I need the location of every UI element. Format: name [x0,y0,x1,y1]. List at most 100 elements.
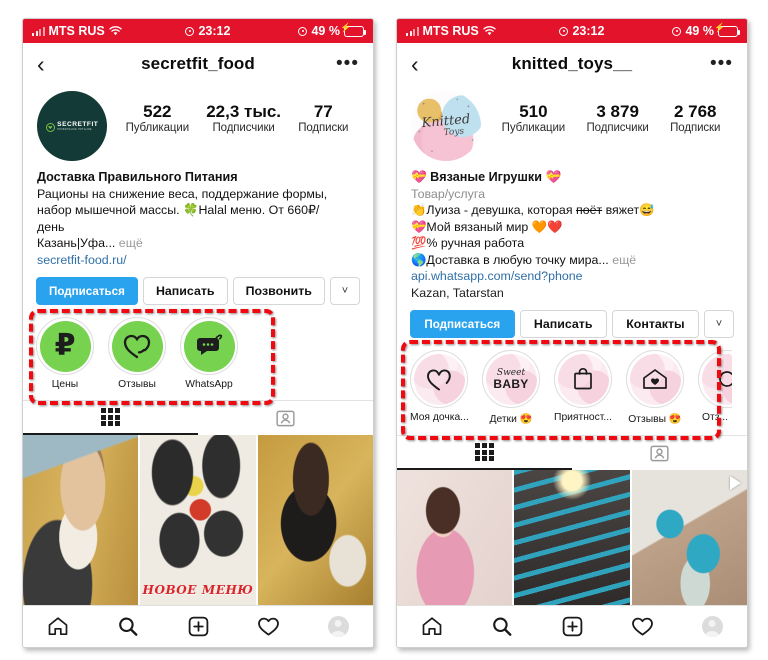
activity-heart-icon[interactable] [622,613,662,641]
add-post-icon[interactable] [178,613,218,641]
profile-avatar-icon[interactable] [692,613,732,641]
wifi-icon [109,26,122,36]
right-profile-header: Knitted Toys 510 Публикации 3 879 Подпис… [397,85,747,161]
stat-posts[interactable]: 522 Публикации [125,101,190,135]
stat-value: 22,3 тыс. [206,102,282,121]
status-bar-left: MTS RUS 23:12 49 % ⚡ [23,19,373,43]
grid-photo[interactable]: НОВОЕ МЕНЮ [140,435,256,605]
house-heart-icon [643,369,667,390]
right-photo-grid [397,470,747,605]
highlight-item[interactable]: Отзывы 😍 [626,350,684,425]
wifi-icon [483,26,496,36]
follow-button[interactable]: Подписаться [36,277,138,306]
tab-grid[interactable] [397,436,572,471]
stat-label: Публикации [125,122,190,135]
partial-icon [719,371,732,388]
stat-value: 510 [519,102,548,121]
stat-value: 522 [143,102,172,121]
status-bar-battery-group: 49 % ⚡ [632,23,741,38]
more-options-icon[interactable]: ••• [707,54,733,74]
time-label: 23:12 [198,24,231,38]
location-icon [559,26,569,36]
activity-heart-icon[interactable] [248,613,288,641]
call-button[interactable]: Позвонить [232,277,325,306]
highlights-list[interactable]: Моя дочка... Sweet BABY Детки 😍 Приятнос… [410,350,734,425]
highlight-item[interactable]: Отзывы [108,317,166,390]
avatar[interactable]: Knitted Toys [411,91,481,161]
left-bio: Доставка Правильного Питания Рационы на … [23,161,373,268]
bio-line: 💝Мой вязаный мир 🧡❤️ [411,219,563,234]
highlight-item[interactable]: Sweet BABY Детки 😍 [482,350,540,425]
more-options-icon[interactable]: ••• [333,54,359,74]
highlight-item[interactable]: Приятност... [554,350,612,425]
tab-tagged[interactable] [198,401,373,435]
bio-line: Казань|Уфа... [37,236,116,251]
home-icon[interactable] [38,613,78,641]
profile-avatar-icon[interactable] [318,613,358,641]
stat-followers[interactable]: 22,3 тыс. Подписчики [206,101,281,134]
stat-label: Подписчики [212,122,275,135]
stat-followers[interactable]: 3 879 Подписчики [587,101,649,134]
grid-photo[interactable] [514,470,630,605]
highlight-item[interactable]: WhatsApp [180,317,238,390]
search-icon[interactable] [108,613,148,641]
back-button[interactable]: ‹ [411,52,437,76]
tab-grid[interactable] [23,401,198,436]
whatsapp-icon [197,334,223,356]
highlights-list[interactable]: ₽ Цены Отзывы WhatsApp [36,317,360,390]
bio-line: день [37,219,65,234]
contacts-button[interactable]: Контакты [611,310,700,339]
carrier-label: MTS RUS [48,24,105,38]
heart-logo-icon [45,122,55,132]
bio-line: 🌎Доставка в любую точку мира... [411,252,609,267]
back-button[interactable]: ‹ [37,52,63,76]
right-tab-strip [397,435,747,471]
grid-photo[interactable] [23,435,139,605]
left-tab-strip [23,400,373,436]
more-actions-chevron-down-icon[interactable]: ˅ [329,277,360,306]
message-button[interactable]: Написать [142,277,228,306]
home-icon[interactable] [412,613,452,641]
bio-line: Рационы на снижение веса, поддержание фо… [37,186,328,201]
highlight-item[interactable]: ₽ Цены [36,317,94,390]
left-action-buttons: Подписаться Написать Позвонить ˅ [23,268,373,306]
follow-button[interactable]: Подписаться [410,310,515,339]
bio-more-link[interactable]: ещё [119,236,143,250]
grid-photo[interactable] [631,470,747,605]
more-actions-chevron-down-icon[interactable]: ˅ [704,310,735,339]
heart-outline-icon [427,369,451,391]
highlight-item[interactable]: Моя дочка... [410,350,468,425]
bio-website-link[interactable]: api.whatsapp.com/send?phone [411,268,733,285]
bio-title: 💝 Вязаные Игрушки 💝 [411,170,562,184]
tagged-person-icon [650,445,669,462]
bio-website-link[interactable]: secretfit-food.ru/ [37,252,359,269]
message-button[interactable]: Написать [519,310,607,339]
grid-photo[interactable] [257,435,373,605]
left-highlights-section: ₽ Цены Отзывы WhatsApp [23,305,373,406]
right-action-buttons: Подписаться Написать Контакты ˅ [397,301,747,339]
search-icon[interactable] [482,613,522,641]
right-highlights-section: Моя дочка... Sweet BABY Детки 😍 Приятнос… [397,338,747,441]
highlight-label: Отз... [701,412,729,424]
alarm-icon [298,26,308,36]
status-bar-right: MTS RUS 23:12 49 % ⚡ [397,19,747,43]
location-icon [185,26,195,36]
avatar[interactable]: SECRETFIT ПРАВИЛЬНОЕ ПИТАНИЕ [37,91,107,161]
tab-tagged[interactable] [572,436,747,470]
page-title: secretfit_food [141,54,255,73]
stat-following[interactable]: 2 768 Подписки [670,101,720,134]
stat-following[interactable]: 77 Подписки [298,101,348,134]
bio-title: Доставка Правильного Питания [37,170,238,184]
grid-photo[interactable] [397,470,513,605]
battery-percent-label: 49 % [685,24,714,38]
highlight-item-partial[interactable]: Отз... [698,350,732,425]
bio-more-link[interactable]: ещё [612,253,636,267]
add-post-icon[interactable] [552,613,592,641]
sweet-baby-icon: Sweet BABY [493,368,528,390]
stat-label: Подписчики [586,122,649,135]
highlight-label: Моя дочка... [410,412,468,424]
signal-bars-icon [32,26,45,36]
stat-posts[interactable]: 510 Публикации [502,101,566,134]
highlight-label: Отзывы [118,379,156,391]
stat-value: 3 879 [596,102,639,121]
